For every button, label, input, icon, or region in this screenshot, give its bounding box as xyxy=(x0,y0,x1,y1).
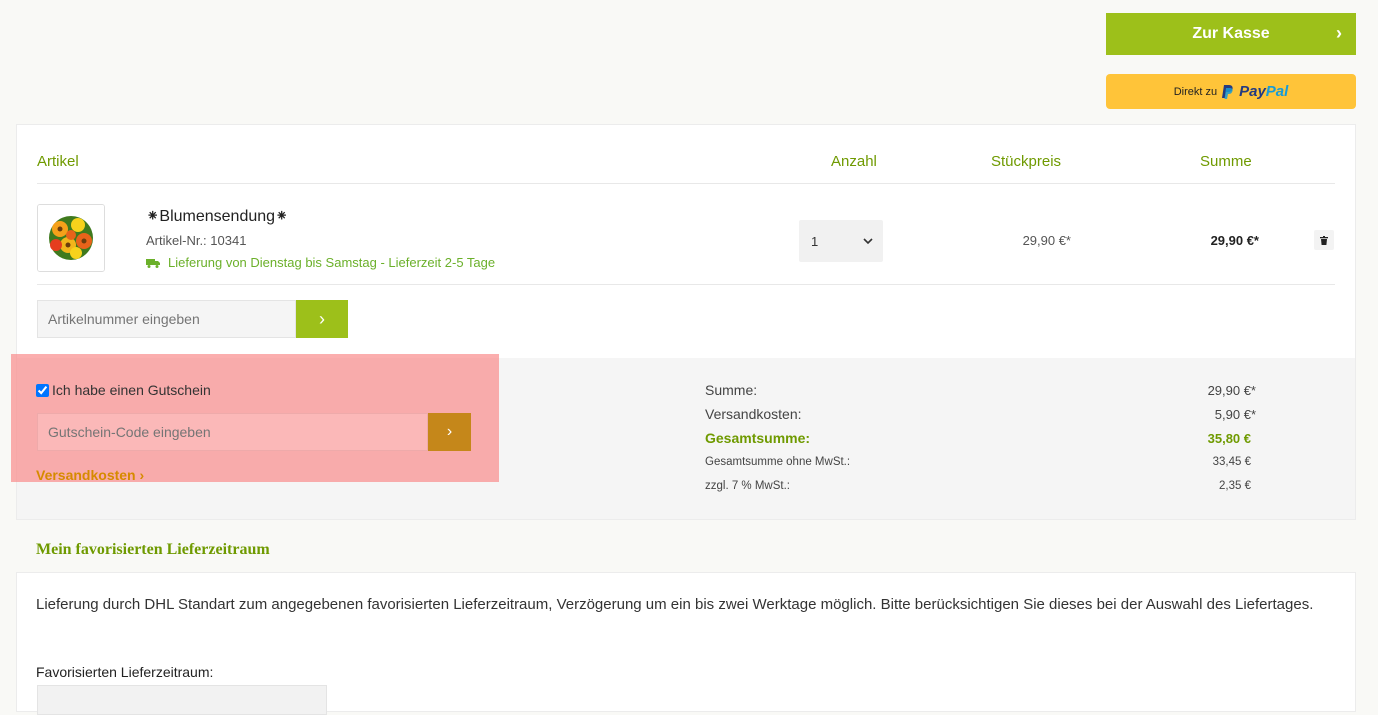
delivery-info-text: Lieferung von Dienstag bis Samstag - Lie… xyxy=(168,255,496,270)
product-name-link[interactable]: ⁕Blumensendung⁕ xyxy=(146,206,288,226)
voucher-code-input[interactable] xyxy=(37,413,428,451)
truck-icon xyxy=(146,258,160,268)
voucher-checkbox[interactable] xyxy=(36,383,49,397)
divider xyxy=(37,183,1335,184)
paypal-logo-text: PayPal xyxy=(1239,82,1289,100)
delivery-section-title: Mein favorisierten Lieferzeitraum xyxy=(36,541,270,558)
add-article-button[interactable]: › xyxy=(296,300,348,338)
chevron-right-icon: › xyxy=(446,423,453,440)
unit-price: 29,90 €* xyxy=(1022,233,1071,248)
delivery-field-label: Favorisierten Lieferzeitraum: xyxy=(36,664,214,680)
voucher-checkbox-row[interactable]: Ich habe einen Gutschein xyxy=(36,382,211,398)
summary-vat-label: zzgl. 7 % MwSt.: xyxy=(705,480,790,492)
column-header-unit-price: Stückpreis xyxy=(991,153,1062,170)
checkout-button[interactable]: Zur Kasse › xyxy=(1106,13,1356,55)
column-header-sum: Summe xyxy=(1200,153,1252,170)
voucher-checkbox-label: Ich habe einen Gutschein xyxy=(52,382,211,398)
summary-shipping-label: Versandkosten: xyxy=(705,406,802,422)
article-number-input[interactable] xyxy=(37,300,296,338)
trash-icon xyxy=(1320,235,1328,245)
chevron-right-icon: › xyxy=(1336,23,1342,43)
delivery-info: Lieferung von Dienstag bis Samstag - Lie… xyxy=(146,255,495,270)
summary-net-label: Gesamtsumme ohne MwSt.: xyxy=(705,456,851,468)
delivery-section-text: Lieferung durch DHL Standart zum angegeb… xyxy=(36,596,1314,613)
checkout-button-label: Zur Kasse xyxy=(1192,25,1270,42)
summary-sum-label: Summe: xyxy=(705,382,758,398)
paypal-prefix: Direkt zu xyxy=(1173,85,1218,98)
column-header-quantity: Anzahl xyxy=(831,153,877,170)
paypal-icon xyxy=(1222,84,1233,99)
column-header-article: Artikel xyxy=(37,153,79,170)
summary-shipping-value: 5,90 €* xyxy=(1214,407,1256,422)
voucher-submit-button[interactable]: › xyxy=(428,413,471,451)
summary-total-value: 35,80 € xyxy=(1207,431,1251,446)
shipping-costs-link[interactable]: Versandkosten › xyxy=(36,467,144,483)
item-total: 29,90 €* xyxy=(1210,233,1259,248)
product-article-number: Artikel-Nr.: 10341 xyxy=(146,233,247,248)
quantity-select[interactable]: 1 xyxy=(799,220,883,262)
quantity-value: 1 xyxy=(811,233,819,249)
paypal-button[interactable]: Direkt zu PayPal xyxy=(1106,74,1356,109)
divider xyxy=(37,284,1335,285)
chevron-down-icon xyxy=(863,237,873,244)
flower-bouquet-image xyxy=(38,205,104,271)
summary-total-label: Gesamtsumme: xyxy=(705,430,811,446)
summary-sum-value: 29,90 €* xyxy=(1207,383,1256,398)
chevron-right-icon: › xyxy=(319,308,325,329)
remove-item-button[interactable] xyxy=(1314,230,1334,250)
summary-vat-value: 2,35 € xyxy=(1219,480,1251,492)
product-image[interactable] xyxy=(37,204,105,272)
summary-net-value: 33,45 € xyxy=(1212,456,1251,468)
delivery-period-input[interactable] xyxy=(37,685,327,715)
